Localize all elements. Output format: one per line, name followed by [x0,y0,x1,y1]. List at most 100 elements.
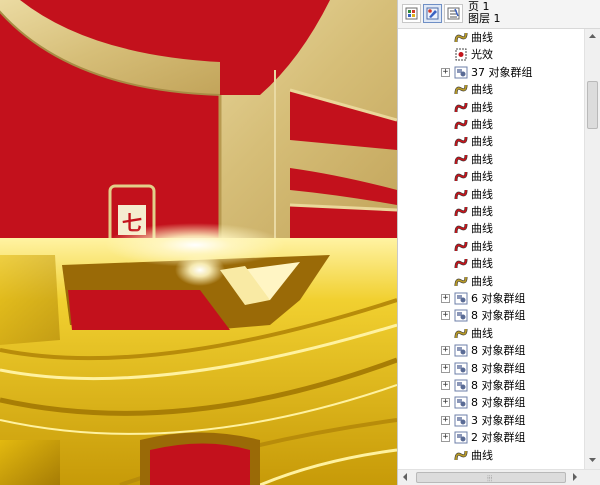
curve-red-icon [454,118,468,131]
vertical-scrollbar[interactable] [584,29,600,469]
tree-row-label: 曲线 [471,257,493,270]
curve-gold-icon [454,327,468,340]
curve-red-icon [454,240,468,253]
expand-toggle[interactable]: + [441,398,450,407]
object-manager-toolbar: 页 1 图层 1 [398,0,600,29]
tree-row-curve[interactable]: 曲线 [398,203,584,220]
tree-row-label: 曲线 [471,31,493,44]
tree-row-curve[interactable]: 曲线 [398,325,584,342]
tree-row-effect[interactable]: 光效 [398,46,584,63]
tree-row-group[interactable]: +8 对象群组 [398,342,584,359]
tree-row-label: 8 对象群组 [471,362,526,375]
tree-row-curve[interactable]: 曲线 [398,238,584,255]
tree-row-curve[interactable]: 曲线 [398,168,584,185]
breadcrumb-layer[interactable]: 图层 1 [468,13,501,25]
group-icon [454,66,468,79]
show-object-properties-icon [405,7,418,20]
group-icon [454,362,468,375]
horizontal-scroll-thumb[interactable]: ⦙⦙⦙ [416,472,566,483]
tree-row-label: 曲线 [471,188,493,201]
group-icon [454,379,468,392]
tree-row-label: 曲线 [471,327,493,340]
expand-toggle[interactable]: + [441,346,450,355]
tree-row-curve[interactable]: 曲线 [398,29,584,46]
tree-row-curve[interactable]: 曲线 [398,447,584,464]
curve-red-icon [454,257,468,270]
curve-red-icon [454,153,468,166]
curve-red-icon [454,135,468,148]
show-object-properties-button[interactable] [402,4,421,23]
tree-row-label: 曲线 [471,135,493,148]
tree-row-group[interactable]: +2 对象群组 [398,429,584,446]
curve-red-icon [454,170,468,183]
tree-row-label: 曲线 [471,101,493,114]
edit-across-layers-button[interactable] [423,4,442,23]
lens-effect-icon [454,48,468,61]
tree-row-label: 曲线 [471,275,493,288]
tree-row-curve[interactable]: 曲线 [398,220,584,237]
group-icon [454,309,468,322]
tree-row-label: 37 对象群组 [471,66,533,79]
scroll-right-button[interactable] [568,470,583,485]
scroll-down-button[interactable] [585,453,600,468]
group-icon [454,292,468,305]
tree-row-curve[interactable]: 曲线 [398,133,584,150]
scroll-up-button[interactable] [585,29,600,44]
tree-row-label: 8 对象群组 [471,309,526,322]
expand-toggle[interactable]: + [441,294,450,303]
curve-red-icon [454,222,468,235]
tree-row-curve[interactable]: 曲线 [398,151,584,168]
drawing-canvas[interactable]: 七 [0,0,397,485]
group-icon [454,344,468,357]
tree-row-group[interactable]: +8 对象群组 [398,307,584,324]
group-icon [454,414,468,427]
tree-row-label: 曲线 [471,118,493,131]
tree-row-label: 光效 [471,48,493,61]
group-icon [454,396,468,409]
chevron-left-icon [403,473,407,481]
tree-row-curve[interactable]: 曲线 [398,116,584,133]
object-tree: 曲线 光效 +37 对象群组 曲线 曲线 曲线 曲线 曲线 曲线 曲线 曲线 曲线 曲线 曲线 曲线 +6 对… [398,29,584,469]
tree-row-group[interactable]: +3 对象群组 [398,412,584,429]
expand-toggle[interactable]: + [441,381,450,390]
tree-row-label: 6 对象群组 [471,292,526,305]
chevron-down-icon [589,458,596,462]
layer-manager-view-button[interactable] [444,4,463,23]
tree-row-group[interactable]: +8 对象群组 [398,360,584,377]
tree-row-group[interactable]: +6 对象群组 [398,290,584,307]
expand-toggle[interactable]: + [441,416,450,425]
scroll-grip: ⦙⦙⦙ [487,474,493,483]
edit-across-layers-icon [426,7,439,20]
tree-row-label: 8 对象群组 [471,344,526,357]
curve-gold-icon [454,275,468,288]
tree-row-curve[interactable]: 曲线 [398,255,584,272]
tree-row-group[interactable]: +8 对象群组 [398,377,584,394]
tree-row-label: 曲线 [471,170,493,183]
curve-red-icon [454,188,468,201]
tree-row-label: 曲线 [471,449,493,462]
horizontal-scrollbar[interactable]: ⦙⦙⦙ [398,469,600,485]
expand-toggle[interactable]: + [441,433,450,442]
curve-gold-icon [454,31,468,44]
tree-row-label: 曲线 [471,153,493,166]
expand-toggle[interactable]: + [441,311,450,320]
tree-row-label: 8 对象群组 [471,396,526,409]
object-manager-panel: 页 1 图层 1 曲线 光效 +37 对象群组 曲线 曲线 曲线 曲线 曲线 曲线 曲线 曲线 曲线曲… [398,0,600,485]
group-icon [454,431,468,444]
tree-row-curve[interactable]: 曲线 [398,99,584,116]
expand-toggle[interactable]: + [441,68,450,77]
expand-toggle[interactable]: + [441,364,450,373]
tree-row-curve[interactable]: 曲线 [398,81,584,98]
tree-row-curve[interactable]: 曲线 [398,186,584,203]
tree-row-group[interactable]: +37 对象群组 [398,64,584,81]
tree-row-label: 2 对象群组 [471,431,526,444]
canvas-artwork: 七 [0,0,397,485]
scroll-left-button[interactable] [398,470,413,485]
breadcrumb: 页 1 图层 1 [468,1,501,25]
curve-red-icon [454,205,468,218]
vertical-scroll-thumb[interactable] [587,81,598,129]
tree-row-curve[interactable]: 曲线 [398,273,584,290]
tree-row-label: 曲线 [471,205,493,218]
tree-row-group[interactable]: +8 对象群组 [398,394,584,411]
tree-row-label: 曲线 [471,222,493,235]
